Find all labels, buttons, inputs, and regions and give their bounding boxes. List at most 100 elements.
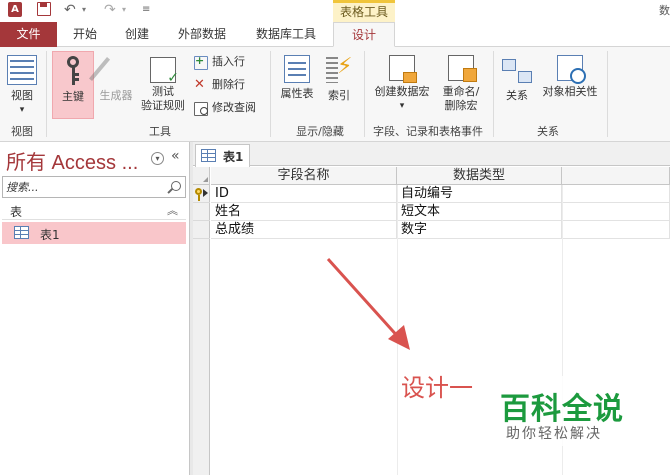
- shutter-bar-collapse-icon[interactable]: «: [171, 148, 180, 164]
- nav-search-input[interactable]: [6, 179, 156, 195]
- description-cell[interactable]: [562, 185, 670, 203]
- create-data-macros-button[interactable]: 创建数据宏 ▾: [370, 51, 434, 119]
- relationships-label: 关系: [506, 89, 528, 102]
- indexes-icon: [324, 54, 354, 85]
- ribbon: 视图 ▾ 视图 主键 生成器 测试 验证规则 插入行 删除行 修改查阅 工具 属…: [0, 47, 670, 142]
- current-row-arrow-icon: [203, 189, 208, 197]
- view-dropdown-icon: ▾: [19, 105, 25, 115]
- object-dependencies-icon: [557, 55, 586, 84]
- search-icon[interactable]: [171, 181, 181, 191]
- group-separator: [493, 51, 494, 137]
- select-all-corner[interactable]: [193, 167, 210, 185]
- view-label: 视图: [11, 89, 33, 102]
- data-type-cell[interactable]: 短文本: [397, 203, 562, 221]
- tab-file[interactable]: 文件: [0, 22, 57, 47]
- primary-key-button[interactable]: 主键: [52, 51, 94, 119]
- relationships-icon: [502, 55, 532, 85]
- customize-qat-icon[interactable]: ≡: [142, 2, 152, 18]
- key-icon: [58, 56, 88, 86]
- create-macro-label: 创建数据宏: [374, 85, 430, 98]
- nav-item-table1[interactable]: 表1: [2, 222, 186, 244]
- test-validation-rules-button[interactable]: 测试 验证规则: [138, 51, 188, 119]
- object-dependencies-button[interactable]: 对象相关性: [538, 51, 602, 119]
- undo-icon[interactable]: ↶: [64, 2, 80, 18]
- tab-external-data[interactable]: 外部数据: [168, 22, 236, 47]
- rename-macro-icon: [448, 55, 477, 82]
- create-macro-dropdown-icon: ▾: [399, 101, 405, 111]
- delete-rows-button[interactable]: 删除行: [192, 76, 245, 94]
- group-label-views: 视图: [11, 125, 33, 138]
- save-icon[interactable]: [37, 2, 51, 16]
- ribbon-tab-bar: 文件 开始 创建 外部数据 数据库工具 设计: [0, 22, 670, 47]
- data-type-cell[interactable]: 自动编号: [397, 185, 562, 203]
- property-sheet-icon: [284, 55, 310, 83]
- column-header-description: [562, 167, 670, 185]
- description-cell[interactable]: [562, 221, 670, 239]
- column-header-data-type: 数据类型: [397, 167, 562, 185]
- property-sheet-label: 属性表: [280, 87, 314, 100]
- indexes-label: 索引: [328, 89, 350, 102]
- group-separator: [46, 51, 47, 137]
- row-selector-column: [193, 167, 210, 475]
- field-name-cell[interactable]: 姓名: [211, 203, 397, 221]
- group-label-relationships: 关系: [537, 125, 559, 138]
- group-separator: [364, 51, 365, 137]
- column-header-field-name: 字段名称: [211, 167, 397, 185]
- nav-search-box[interactable]: [2, 176, 186, 198]
- primary-key-icon: [195, 188, 202, 201]
- table-tools-context-header: 表格工具: [333, 0, 395, 22]
- modify-lookups-button[interactable]: 修改查阅: [192, 99, 256, 117]
- group-separator: [270, 51, 271, 137]
- nav-item-label: 表1: [40, 228, 60, 242]
- redo-icon[interactable]: ↷: [104, 2, 120, 18]
- group-label-field-record-table-events: 字段、记录和表格事件: [373, 125, 483, 138]
- insert-rows-label: 插入行: [212, 55, 245, 68]
- document-tab-table1[interactable]: 表1: [195, 144, 250, 167]
- tab-design[interactable]: 设计: [333, 22, 395, 47]
- data-macro-icon: [389, 55, 417, 83]
- annotation-text: 设计一: [401, 374, 473, 402]
- tab-create[interactable]: 创建: [114, 22, 160, 47]
- object-dependencies-label: 对象相关性: [542, 85, 598, 98]
- indexes-button[interactable]: 索引: [322, 51, 356, 119]
- table-icon: [14, 226, 29, 239]
- navigation-pane: 所有 Access ... ▾ « 表 ︽ 表1: [0, 142, 190, 475]
- access-logo-icon[interactable]: A: [8, 2, 22, 17]
- undo-dropdown-icon[interactable]: ▾: [82, 2, 90, 18]
- field-name-cell[interactable]: ID: [211, 185, 397, 203]
- redo-dropdown-icon[interactable]: ▾: [122, 2, 130, 18]
- property-sheet-button[interactable]: 属性表: [275, 51, 319, 119]
- field-name-cell[interactable]: 总成绩: [211, 221, 397, 239]
- row-selector[interactable]: [193, 185, 210, 203]
- view-button[interactable]: 视图 ▾: [2, 51, 42, 119]
- modify-lookups-label: 修改查阅: [212, 101, 256, 114]
- rename-label-line2: 删除宏: [444, 99, 478, 112]
- collapse-chevrons-icon[interactable]: ︽: [167, 202, 178, 218]
- watermark-logo: 百科全说 助你轻松解决: [478, 376, 648, 446]
- description-cell[interactable]: [562, 203, 670, 221]
- rename-delete-macro-button[interactable]: 重命名/ 删除宏: [436, 51, 486, 119]
- insert-rows-button[interactable]: 插入行: [192, 52, 245, 71]
- nav-group-label: 表: [10, 205, 23, 219]
- test-validation-icon: [150, 57, 179, 86]
- group-label-tools: 工具: [149, 125, 171, 138]
- modify-lookups-icon: [194, 101, 208, 116]
- row-selector[interactable]: [193, 221, 210, 239]
- group-separator: [607, 51, 608, 137]
- data-type-cell[interactable]: 数字: [397, 221, 562, 239]
- title-bar: A ↶ ▾ ↷ ▾ ≡ 表格工具 数: [0, 0, 670, 22]
- nav-pane-title[interactable]: 所有 Access ...: [6, 146, 138, 175]
- delete-rows-label: 删除行: [212, 78, 245, 91]
- view-icon: [7, 55, 37, 85]
- builder-button[interactable]: 生成器: [96, 51, 136, 119]
- nav-menu-dropdown-icon[interactable]: ▾: [151, 152, 164, 165]
- tab-home[interactable]: 开始: [62, 22, 108, 47]
- delete-rows-icon: [194, 76, 208, 94]
- row-selector[interactable]: [193, 203, 210, 221]
- nav-group-header-tables[interactable]: 表 ︽: [2, 202, 186, 220]
- tab-database-tools[interactable]: 数据库工具: [246, 22, 326, 47]
- insert-rows-icon: [194, 52, 208, 70]
- relationships-button[interactable]: 关系: [498, 51, 536, 119]
- window-title-fragment: 数: [659, 4, 670, 17]
- rename-label-line1: 重命名/: [442, 85, 480, 98]
